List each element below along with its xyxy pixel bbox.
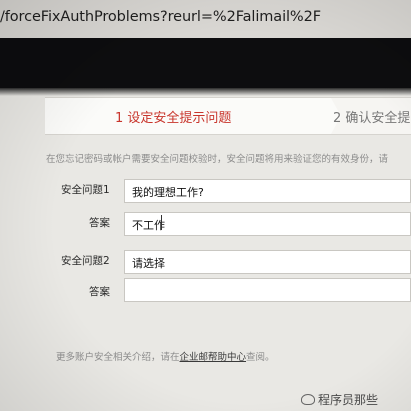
url-text[interactable]: /forceFixAuthProblems?reurl=%2Falimail%2…	[0, 9, 321, 25]
page-header-band	[0, 38, 411, 92]
footer-prefix: 更多账户安全相关介绍，请在	[56, 352, 180, 363]
question-1-value: 我的理想工作?	[132, 186, 204, 199]
header-shadow	[0, 88, 411, 96]
question-1-label: 安全问题1	[61, 184, 110, 196]
instruction-text: 在您忘记密码或帐户需要安全问题校验时，安全问题将用来验证您的有效身份，请	[46, 154, 389, 165]
step-indicator: 1 设定安全提示问题 2 确认安全提	[45, 97, 411, 135]
answer-2-label: 答案	[89, 286, 110, 298]
weibo-logo-icon	[301, 394, 315, 405]
step-2-label: 2 确认安全提	[333, 111, 411, 126]
help-center-link[interactable]: 企业邮帮助中心	[180, 352, 247, 363]
answer-1-input[interactable]: 不工作	[124, 212, 411, 236]
watermark: 程序员那些	[301, 391, 378, 408]
answer-1-label: 答案	[89, 217, 110, 229]
text-caret	[161, 215, 162, 230]
question-2-value: 请选择	[132, 257, 165, 270]
footer-suffix: 查阅。	[246, 352, 275, 363]
question-1-select[interactable]: 我的理想工作?	[124, 179, 411, 203]
help-footer: 更多账户安全相关介绍，请在企业邮帮助中心查阅。	[56, 349, 275, 363]
answer-2-input[interactable]	[124, 278, 411, 302]
browser-address-bar[interactable]: /forceFixAuthProblems?reurl=%2Falimail%2…	[0, 0, 411, 38]
step-1-label: 1 设定安全提示问题	[115, 111, 232, 126]
question-2-label: 安全问题2	[61, 255, 110, 267]
question-2-select[interactable]: 请选择	[124, 250, 411, 274]
watermark-text: 程序员那些	[318, 393, 379, 407]
